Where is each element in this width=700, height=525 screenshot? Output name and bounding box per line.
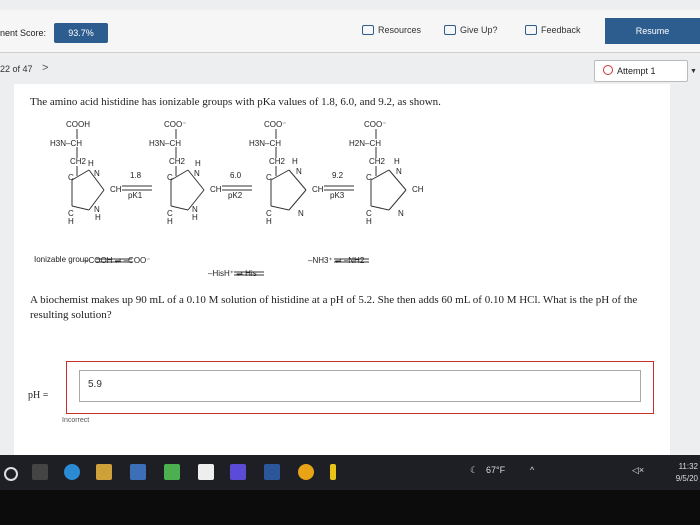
s4-carboxyl: COO⁻ [364,120,386,129]
feedback-button[interactable]: Feedback [525,25,581,35]
clock-date: 9/5/20 [675,474,698,483]
app-white-icon[interactable] [198,464,214,480]
feedback-incorrect: Incorrect [62,417,90,424]
incorrect-circle-icon [603,65,613,75]
svg-text:C: C [167,173,173,182]
svg-text:H: H [266,217,272,226]
attempt-label: Attempt 1 [617,66,656,76]
file-explorer-icon[interactable] [96,464,112,480]
score-value: 93.7% [54,23,108,43]
pka2-value: 6.0 [230,171,242,180]
svg-text:H: H [95,213,101,222]
volume-icon[interactable]: ◁× [632,465,644,476]
pka3-label: pK3 [330,191,345,200]
s3-chain: CH2 [269,157,286,166]
svg-text:N: N [194,169,200,178]
s1-amine: H3N–CH [50,139,82,148]
svg-text:H: H [68,217,74,226]
s2-amine: H3N–CH [149,139,181,148]
give-up-button[interactable]: Give Up? [444,25,498,35]
s3-carboxyl: COO⁻ [264,120,286,129]
svg-text:H: H [292,157,298,166]
feedback-label: Feedback [541,25,581,35]
search-circle-icon[interactable] [4,467,18,481]
svg-text:CH: CH [210,185,222,194]
answer-container: 5.9 [66,361,654,414]
monitor-bezel [0,490,700,525]
chrome-icon[interactable] [298,464,314,480]
histidine-ionization-figure: COOH H3N–CH CH2 HN CNH CHCH COO⁻ H3N–CH … [34,120,424,278]
svg-text:H: H [366,217,372,226]
word-icon[interactable] [264,464,280,480]
svg-text:CH: CH [412,185,424,194]
task-view-icon[interactable] [32,464,48,480]
score-label: nent Score: [0,28,47,38]
s3-amine: H3N–CH [249,139,281,148]
question-card: The amino acid histidine has ionizable g… [14,84,670,459]
app-green-icon[interactable] [164,464,180,480]
pka2-label: pK2 [228,191,243,200]
svg-text:C: C [366,173,372,182]
svg-text:N: N [398,209,404,218]
svg-text:CH: CH [312,185,324,194]
svg-text:H: H [195,159,201,168]
pka1-value: 1.8 [130,171,142,180]
svg-text:N: N [296,167,302,176]
next-question-chevron[interactable]: > [42,62,48,74]
ph-answer-input[interactable]: 5.9 [79,370,641,402]
question-nav: 22 of 47 > Attempt 1 ▼ [0,56,700,84]
caret-down-icon[interactable]: ▼ [690,68,697,75]
sticky-notes-icon[interactable] [330,464,336,480]
feedback-icon [525,25,537,35]
give-up-icon [444,25,456,35]
store-icon[interactable] [130,464,146,480]
weather-temp[interactable]: 67°F [486,465,505,475]
resources-label: Resources [378,25,422,35]
weather-moon-icon: ☾ [470,465,479,475]
svg-text:C: C [68,173,74,182]
pka3-value: 9.2 [332,171,344,180]
svg-text:N: N [396,167,402,176]
svg-text:H: H [394,157,400,166]
svg-text:H: H [192,213,198,222]
question-body: A biochemist makes up 90 mL of a 0.10 M … [30,294,638,321]
question-counter: 22 of 47 [0,64,33,74]
pka1-label: pK1 [128,191,143,200]
assignment-toolbar: nent Score: 93.7% Resources Give Up? Fee… [0,10,700,53]
s2-carboxyl: COO⁻ [164,120,186,129]
resume-button[interactable]: Resume [605,18,700,44]
s2-chain: CH2 [169,157,186,166]
svg-text:H: H [88,159,94,168]
answer-label: pH = [28,390,49,401]
windows-taskbar: ☾ 67°F ^ ◁× 11:32 9/5/20 [0,455,700,490]
s4-amine: H2N–CH [349,139,381,148]
transition-carboxyl: –COOH ⇌ –COO⁻ [84,256,151,265]
s1-chain: CH2 [70,157,87,166]
clock-time: 11:32 [678,462,698,471]
svg-text:H: H [167,217,173,226]
transition-amine: –NH3⁺ ⇌ –NH2 [308,256,365,265]
s1-carboxyl: COOH [66,120,90,129]
folder-icon [362,25,374,35]
app-purple-icon[interactable] [230,464,246,480]
svg-text:N: N [94,169,100,178]
question-intro: The amino acid histidine has ionizable g… [30,96,441,108]
svg-text:CH: CH [110,185,122,194]
browser-viewport: nent Score: 93.7% Resources Give Up? Fee… [0,0,700,459]
clock[interactable]: 11:32 9/5/20 [676,461,698,485]
attempt-selector[interactable]: Attempt 1 [594,60,688,82]
tray-chevron-icon[interactable]: ^ [530,465,534,475]
resources-button[interactable]: Resources [362,25,421,35]
s4-chain: CH2 [369,157,386,166]
ionizable-group-label: Ionizable group [34,255,89,264]
svg-text:N: N [298,209,304,218]
svg-text:C: C [266,173,272,182]
transition-imidazole: –HisH⁺ ⇌ His [208,269,257,278]
edge-browser-icon[interactable] [64,464,80,480]
give-up-label: Give Up? [460,25,498,35]
